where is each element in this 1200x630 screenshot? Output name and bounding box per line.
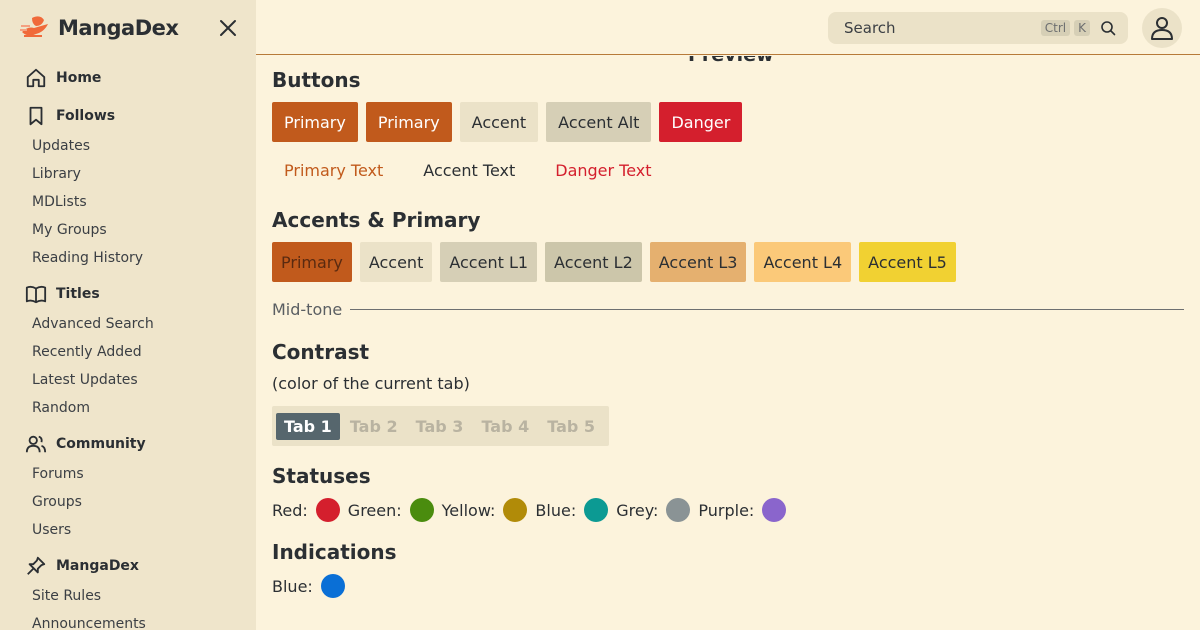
brand[interactable]: MangaDex xyxy=(18,12,179,44)
tab-5[interactable]: Tab 5 xyxy=(539,413,603,440)
swatch-accent-l1: Accent L1 xyxy=(440,242,538,282)
tab-2[interactable]: Tab 2 xyxy=(342,413,406,440)
status-label: Green: xyxy=(347,500,402,520)
home-icon xyxy=(24,66,48,90)
primary-text-button[interactable]: Primary Text xyxy=(272,150,395,190)
indications-row: Blue: xyxy=(272,574,353,598)
primary-button[interactable]: Primary xyxy=(272,102,358,142)
search-input[interactable]: Search Ctrl K xyxy=(828,12,1128,44)
accent-swatches-row: Primary Accent Accent L1 Accent L2 Accen… xyxy=(272,242,964,282)
sidebar-item-groups[interactable]: Groups xyxy=(0,488,256,516)
sidebar-section-follows[interactable]: Follows xyxy=(0,100,256,132)
user-avatar-button[interactable] xyxy=(1142,8,1182,48)
sidebar-item-announcements[interactable]: Announcements xyxy=(0,610,256,630)
sidebar-item-updates[interactable]: Updates xyxy=(0,132,256,160)
close-sidebar-button[interactable] xyxy=(216,16,240,40)
main-content: Preview Buttons Primary Primary Accent A… xyxy=(272,56,1184,630)
search-icon xyxy=(1100,20,1116,36)
status-label: Yellow: xyxy=(441,500,496,520)
sidebar: MangaDex Home Follows Updates Library MD… xyxy=(0,0,256,630)
sidebar-item-mdlists[interactable]: MDLists xyxy=(0,188,256,216)
mangadex-logo-icon xyxy=(18,12,52,44)
midtone-divider: Mid-tone xyxy=(272,300,1184,319)
clipped-page-title: Preview xyxy=(688,56,774,66)
status-label: Grey: xyxy=(616,500,659,520)
accent-alt-button[interactable]: Accent Alt xyxy=(546,102,652,142)
tab-1[interactable]: Tab 1 xyxy=(276,412,340,440)
search-placeholder: Search xyxy=(844,19,896,37)
sidebar-section-titles[interactable]: Titles xyxy=(0,278,256,310)
swatch-accent: Accent xyxy=(359,242,433,282)
tab-4[interactable]: Tab 4 xyxy=(473,413,537,440)
contrast-subtitle: (color of the current tab) xyxy=(272,374,470,393)
swatch-accent-l5: Accent L5 xyxy=(859,242,956,282)
status-dot-blue xyxy=(584,498,609,522)
status-dot-yellow xyxy=(503,498,528,522)
text-buttons-row: Primary Text Accent Text Danger Text xyxy=(272,150,672,190)
user-icon xyxy=(1151,17,1173,40)
sidebar-item-latest-updates[interactable]: Latest Updates xyxy=(0,366,256,394)
statuses-row: Red: Green: Yellow: Blue: Grey: Purple: xyxy=(272,498,794,522)
accents-heading: Accents & Primary xyxy=(272,208,481,232)
tab-3[interactable]: Tab 3 xyxy=(408,413,472,440)
indications-heading: Indications xyxy=(272,540,397,564)
sidebar-item-site-rules[interactable]: Site Rules xyxy=(0,582,256,610)
users-icon xyxy=(24,432,48,456)
status-dot-green xyxy=(409,498,434,522)
sidebar-section-label: Community xyxy=(56,436,146,452)
divider-line xyxy=(350,309,1184,310)
buttons-row: Primary Primary Accent Accent Alt Danger xyxy=(272,102,750,142)
sidebar-item-random[interactable]: Random xyxy=(0,394,256,422)
primary-button-alt[interactable]: Primary xyxy=(365,102,452,142)
sidebar-section-label: Follows xyxy=(56,108,116,124)
top-header: Search Ctrl K xyxy=(256,0,1200,55)
swatch-accent-l2: Accent L2 xyxy=(545,242,642,282)
pin-icon xyxy=(24,554,48,578)
sidebar-item-label: Home xyxy=(56,70,102,86)
indication-label: Blue: xyxy=(272,576,313,596)
sidebar-section-label: Titles xyxy=(56,286,100,302)
sidebar-item-recently-added[interactable]: Recently Added xyxy=(0,338,256,366)
status-label: Red: xyxy=(272,500,308,520)
status-dot-purple xyxy=(762,498,787,522)
swatch-accent-l3: Accent L3 xyxy=(649,242,747,282)
shortcut-k: K xyxy=(1074,20,1090,36)
midtone-label: Mid-tone xyxy=(272,300,343,319)
contrast-heading: Contrast xyxy=(272,340,370,364)
sidebar-item-advanced-search[interactable]: Advanced Search xyxy=(0,310,256,338)
status-dot-grey xyxy=(666,498,691,522)
status-label: Purple: xyxy=(698,500,755,520)
indication-dot-blue xyxy=(320,574,345,598)
accent-text-button[interactable]: Accent Text xyxy=(411,150,527,190)
shortcut-ctrl: Ctrl xyxy=(1040,20,1071,36)
accent-button[interactable]: Accent xyxy=(459,102,539,142)
sidebar-item-my-groups[interactable]: My Groups xyxy=(0,216,256,244)
sidebar-item-library[interactable]: Library xyxy=(0,160,256,188)
status-label: Blue: xyxy=(535,500,577,520)
book-open-icon xyxy=(24,282,48,306)
sidebar-section-label: MangaDex xyxy=(56,558,139,574)
sidebar-section-mangadex[interactable]: MangaDex xyxy=(0,550,256,582)
danger-text-button[interactable]: Danger Text xyxy=(543,150,663,190)
brand-name: MangaDex xyxy=(58,16,179,40)
status-dot-red xyxy=(315,498,340,522)
statuses-heading: Statuses xyxy=(272,464,371,488)
sidebar-section-community[interactable]: Community xyxy=(0,428,256,460)
sidebar-item-forums[interactable]: Forums xyxy=(0,460,256,488)
swatch-accent-l4: Accent L4 xyxy=(754,242,852,282)
danger-button[interactable]: Danger xyxy=(659,102,743,142)
sidebar-item-reading-history[interactable]: Reading History xyxy=(0,244,256,272)
bookmark-icon xyxy=(24,104,48,128)
sidebar-nav: Home Follows Updates Library MDLists My … xyxy=(0,62,256,630)
sidebar-item-home[interactable]: Home xyxy=(0,62,256,94)
sidebar-item-users[interactable]: Users xyxy=(0,516,256,544)
tab-bar: Tab 1 Tab 2 Tab 3 Tab 4 Tab 5 xyxy=(272,406,610,446)
swatch-primary: Primary xyxy=(272,242,352,282)
close-icon xyxy=(220,20,236,36)
buttons-heading: Buttons xyxy=(272,68,361,92)
